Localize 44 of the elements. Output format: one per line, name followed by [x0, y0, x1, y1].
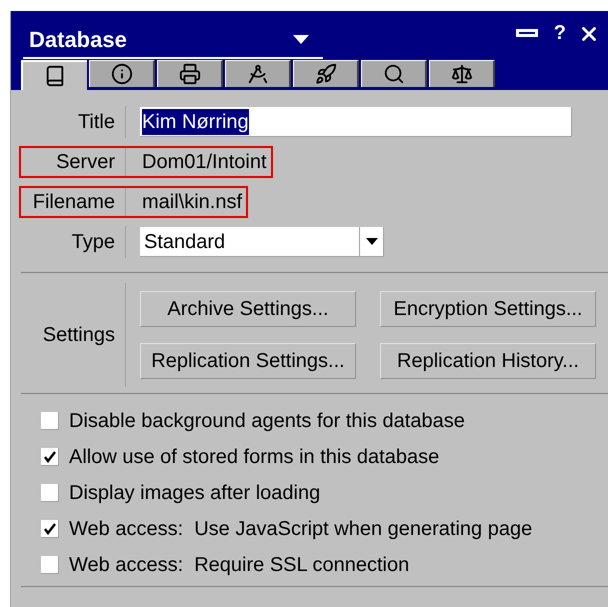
- checkbox[interactable]: [41, 448, 59, 466]
- minimize-icon[interactable]: [516, 29, 538, 37]
- field-label: Title: [76, 110, 116, 135]
- settings-label: Settings: [42, 323, 115, 348]
- tab[interactable]: [361, 60, 427, 87]
- tab[interactable]: [225, 60, 291, 87]
- option-label: Allow use of stored forms in this database: [69, 445, 440, 470]
- help-button[interactable]: ?: [554, 23, 566, 43]
- tab[interactable]: [157, 60, 223, 87]
- settings-button[interactable]: Archive Settings...: [140, 291, 356, 327]
- settings-button[interactable]: Replication Settings...: [140, 343, 356, 379]
- checkbox[interactable]: [41, 412, 59, 430]
- tab[interactable]: [21, 60, 87, 90]
- option-label: Disable background agents for this database: [69, 409, 465, 434]
- drafting-compass-icon: [246, 63, 268, 85]
- caret-icon: [366, 238, 378, 245]
- checkbox[interactable]: [41, 556, 59, 574]
- selected-text: Kim Nørring: [142, 108, 249, 134]
- checkbox[interactable]: [41, 484, 59, 502]
- settings-button[interactable]: Encryption Settings...: [380, 291, 596, 327]
- printer-icon: [178, 63, 200, 85]
- tab[interactable]: [293, 60, 359, 87]
- check-icon: [44, 522, 56, 534]
- rocket-icon: [314, 63, 336, 85]
- field-label: Filename: [32, 190, 116, 215]
- scale-icon: [450, 63, 472, 85]
- book-icon: [44, 65, 66, 87]
- tab[interactable]: [429, 60, 495, 87]
- title-field[interactable]: Kim Nørring: [140, 107, 572, 137]
- checkbox[interactable]: [41, 520, 59, 538]
- info-icon: [110, 63, 132, 85]
- option-label: Web access: Use JavaScript when generating page: [69, 517, 532, 542]
- search-icon: [382, 63, 404, 85]
- option-label: Web access: Require SSL connection: [69, 553, 410, 578]
- check-icon: [44, 450, 56, 462]
- type-select[interactable]: Standard: [140, 227, 384, 257]
- settings-button[interactable]: Replication History...: [380, 343, 596, 379]
- field-label: Type: [70, 230, 116, 255]
- option-label: Display images after loading: [69, 481, 320, 506]
- field-value: mail\kin.nsf: [141, 190, 242, 215]
- field-label: Server: [55, 150, 116, 175]
- caret-icon: [293, 34, 309, 44]
- tab[interactable]: [89, 60, 155, 87]
- field-value: Dom01/Intoint: [141, 150, 267, 175]
